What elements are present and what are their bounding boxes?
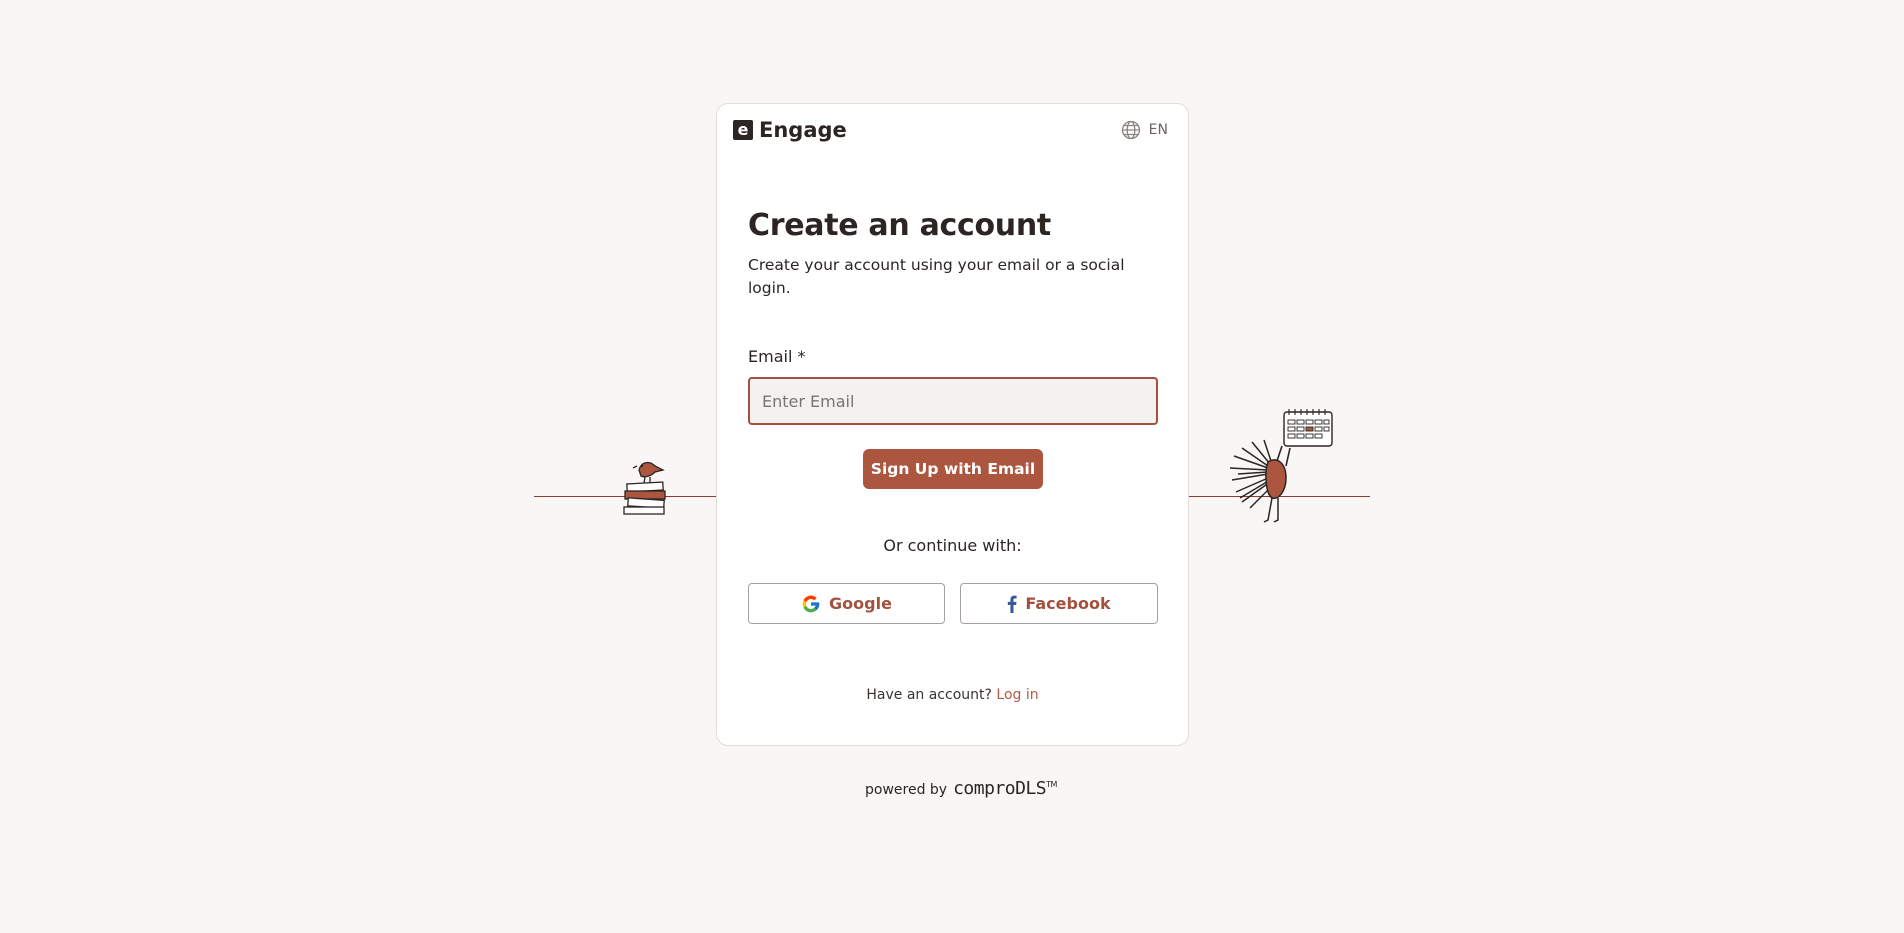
google-login-button[interactable]: Google	[748, 583, 945, 624]
powered-by: powered by comproDLSTM	[865, 778, 1057, 799]
brand-name: Engage	[759, 118, 847, 142]
brand: e Engage	[733, 118, 847, 142]
email-label: Email *	[748, 347, 806, 366]
comprodls-brand: comproDLS	[953, 778, 1047, 799]
globe-icon	[1121, 120, 1140, 140]
trademark-mark: TM	[1046, 780, 1057, 789]
comprodls-logo: comproDLSTM	[953, 778, 1057, 799]
login-link[interactable]: Log in	[996, 687, 1038, 703]
language-code: EN	[1148, 122, 1168, 138]
email-input[interactable]	[748, 377, 1158, 425]
facebook-login-button[interactable]: Facebook	[960, 583, 1158, 624]
page-title: Create an account	[748, 208, 1051, 243]
google-icon	[802, 595, 820, 612]
login-prompt: Have an account? Log in	[717, 687, 1188, 703]
language-selector[interactable]: EN	[1121, 120, 1168, 140]
page-subtitle: Create your account using your email or …	[748, 256, 1125, 297]
signup-card: e Engage EN Create an account Create you…	[716, 103, 1189, 746]
signup-with-email-button[interactable]: Sign Up with Email	[863, 449, 1043, 489]
facebook-icon	[1008, 595, 1017, 613]
engage-logo-icon: e	[733, 120, 753, 140]
powered-by-text: powered by	[865, 782, 948, 798]
social-divider-text: Or continue with:	[883, 536, 1022, 555]
google-button-label: Google	[829, 594, 892, 613]
creature-with-calendar-illustration	[1229, 409, 1333, 523]
login-prompt-text: Have an account?	[866, 687, 992, 703]
facebook-button-label: Facebook	[1025, 594, 1111, 613]
bird-on-books-illustration	[623, 461, 666, 515]
